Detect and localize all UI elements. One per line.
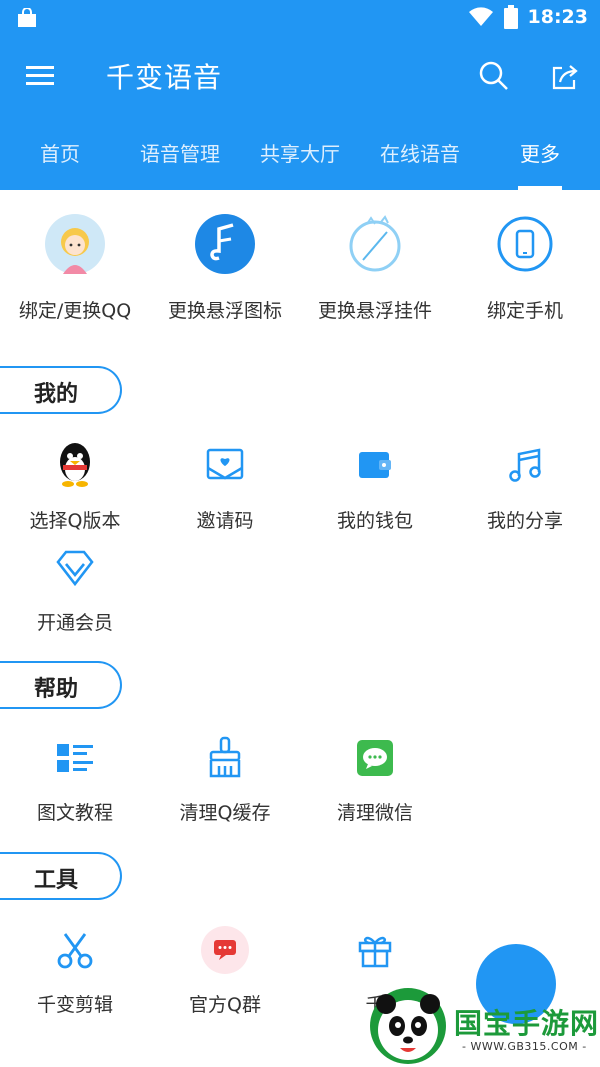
invite-code-button[interactable]: 邀请码	[150, 440, 300, 533]
app-header: 18:23 千变语音 首页 语音管理 共享大厅 在线语音 更多	[0, 0, 600, 190]
bind-qq-label: 绑定/更换QQ	[18, 300, 132, 322]
phone-icon	[495, 214, 555, 274]
wallet-icon	[351, 440, 399, 488]
wifi-icon	[468, 7, 493, 27]
bind-phone-label: 绑定手机	[486, 300, 563, 322]
bind-qq-button[interactable]: 绑定/更换QQ	[0, 214, 150, 323]
list-icon	[51, 734, 99, 782]
tab-share-hall[interactable]: 共享大厅	[240, 124, 360, 190]
broom-icon	[201, 734, 249, 782]
change-float-icon-label: 更换悬浮图标	[167, 300, 282, 322]
open-vip-label: 开通会员	[36, 612, 113, 634]
section-header-mine: 我的	[0, 366, 122, 414]
tab-voice-manage[interactable]: 语音管理	[120, 124, 240, 190]
section-title-help: 帮助	[34, 677, 79, 702]
search-icon[interactable]	[476, 58, 512, 94]
app-title: 千变语音	[106, 61, 223, 94]
change-float-widget-button[interactable]: 更换悬浮挂件	[300, 214, 450, 323]
invite-code-label: 邀请码	[196, 510, 254, 532]
clean-wechat-label: 清理微信	[336, 802, 413, 824]
tutorial-button[interactable]: 图文教程	[0, 734, 150, 825]
scissors-icon	[51, 926, 99, 974]
top-actions-row: 绑定/更换QQ 更换悬浮图标 更换悬浮挂件 绑定手机	[0, 214, 600, 323]
battery-icon	[503, 5, 518, 29]
tab-online-voice[interactable]: 在线语音	[360, 124, 480, 190]
tab-home[interactable]: 首页	[0, 124, 120, 190]
menu-icon[interactable]	[22, 58, 58, 94]
tab-bar: 首页 语音管理 共享大厅 在线语音 更多	[0, 124, 600, 190]
bind-phone-button[interactable]: 绑定手机	[450, 214, 600, 323]
watermark-url: - WWW.GB315.COM -	[462, 1040, 587, 1053]
share-icon[interactable]	[548, 60, 582, 94]
watermark: 国宝手游网 - WWW.GB315.COM -	[362, 976, 600, 1067]
gift-icon	[351, 926, 399, 974]
my-share-label: 我的分享	[486, 510, 563, 532]
music-note-logo-icon	[195, 214, 255, 274]
official-q-group-label: 官方Q群	[189, 994, 261, 1016]
open-vip-button[interactable]: 开通会员	[0, 544, 150, 635]
help-row: 图文教程 清理Q缓存 清理微信	[0, 734, 600, 825]
floating-widget-icon	[345, 214, 405, 274]
section-title-tools: 工具	[34, 868, 79, 893]
watermark-text: 国宝手游网	[454, 1007, 600, 1040]
wechat-icon	[351, 734, 399, 782]
clean-q-cache-button[interactable]: 清理Q缓存	[150, 734, 300, 825]
qq-penguin-icon	[51, 440, 99, 488]
qianbian-edit-button[interactable]: 千变剪辑	[0, 926, 150, 1017]
girl-avatar-icon	[45, 214, 105, 274]
qianbian-edit-label: 千变剪辑	[36, 994, 113, 1016]
store-bag-icon	[18, 8, 36, 27]
my-wallet-button[interactable]: 我的钱包	[300, 440, 450, 533]
select-q-version-button[interactable]: 选择Q版本	[0, 440, 150, 533]
change-float-widget-label: 更换悬浮挂件	[317, 300, 432, 322]
diamond-icon	[51, 544, 99, 592]
section-title-mine: 我的	[34, 382, 79, 407]
chat-bubble-icon	[201, 926, 249, 974]
status-bar: 18:23	[0, 0, 600, 36]
select-q-version-label: 选择Q版本	[29, 510, 121, 532]
mine-row-2: 开通会员	[0, 544, 600, 635]
tab-more[interactable]: 更多	[480, 124, 600, 190]
mine-row-1: 选择Q版本 邀请码 我的钱包 我的分享	[0, 440, 600, 533]
tutorial-label: 图文教程	[36, 802, 113, 824]
status-right: 18:23	[468, 5, 588, 29]
music-notes-icon	[501, 440, 549, 488]
invite-envelope-icon	[201, 440, 249, 488]
clean-q-cache-label: 清理Q缓存	[179, 802, 271, 824]
toolbar: 千变语音	[0, 36, 600, 116]
panda-logo-icon	[370, 988, 446, 1064]
clean-wechat-button[interactable]: 清理微信	[300, 734, 450, 825]
change-float-icon-button[interactable]: 更换悬浮图标	[150, 214, 300, 323]
section-header-help: 帮助	[0, 661, 122, 709]
status-time: 18:23	[527, 6, 588, 28]
section-header-tools: 工具	[0, 852, 122, 900]
official-q-group-button[interactable]: 官方Q群	[150, 926, 300, 1017]
my-share-button[interactable]: 我的分享	[450, 440, 600, 533]
my-wallet-label: 我的钱包	[336, 510, 413, 532]
